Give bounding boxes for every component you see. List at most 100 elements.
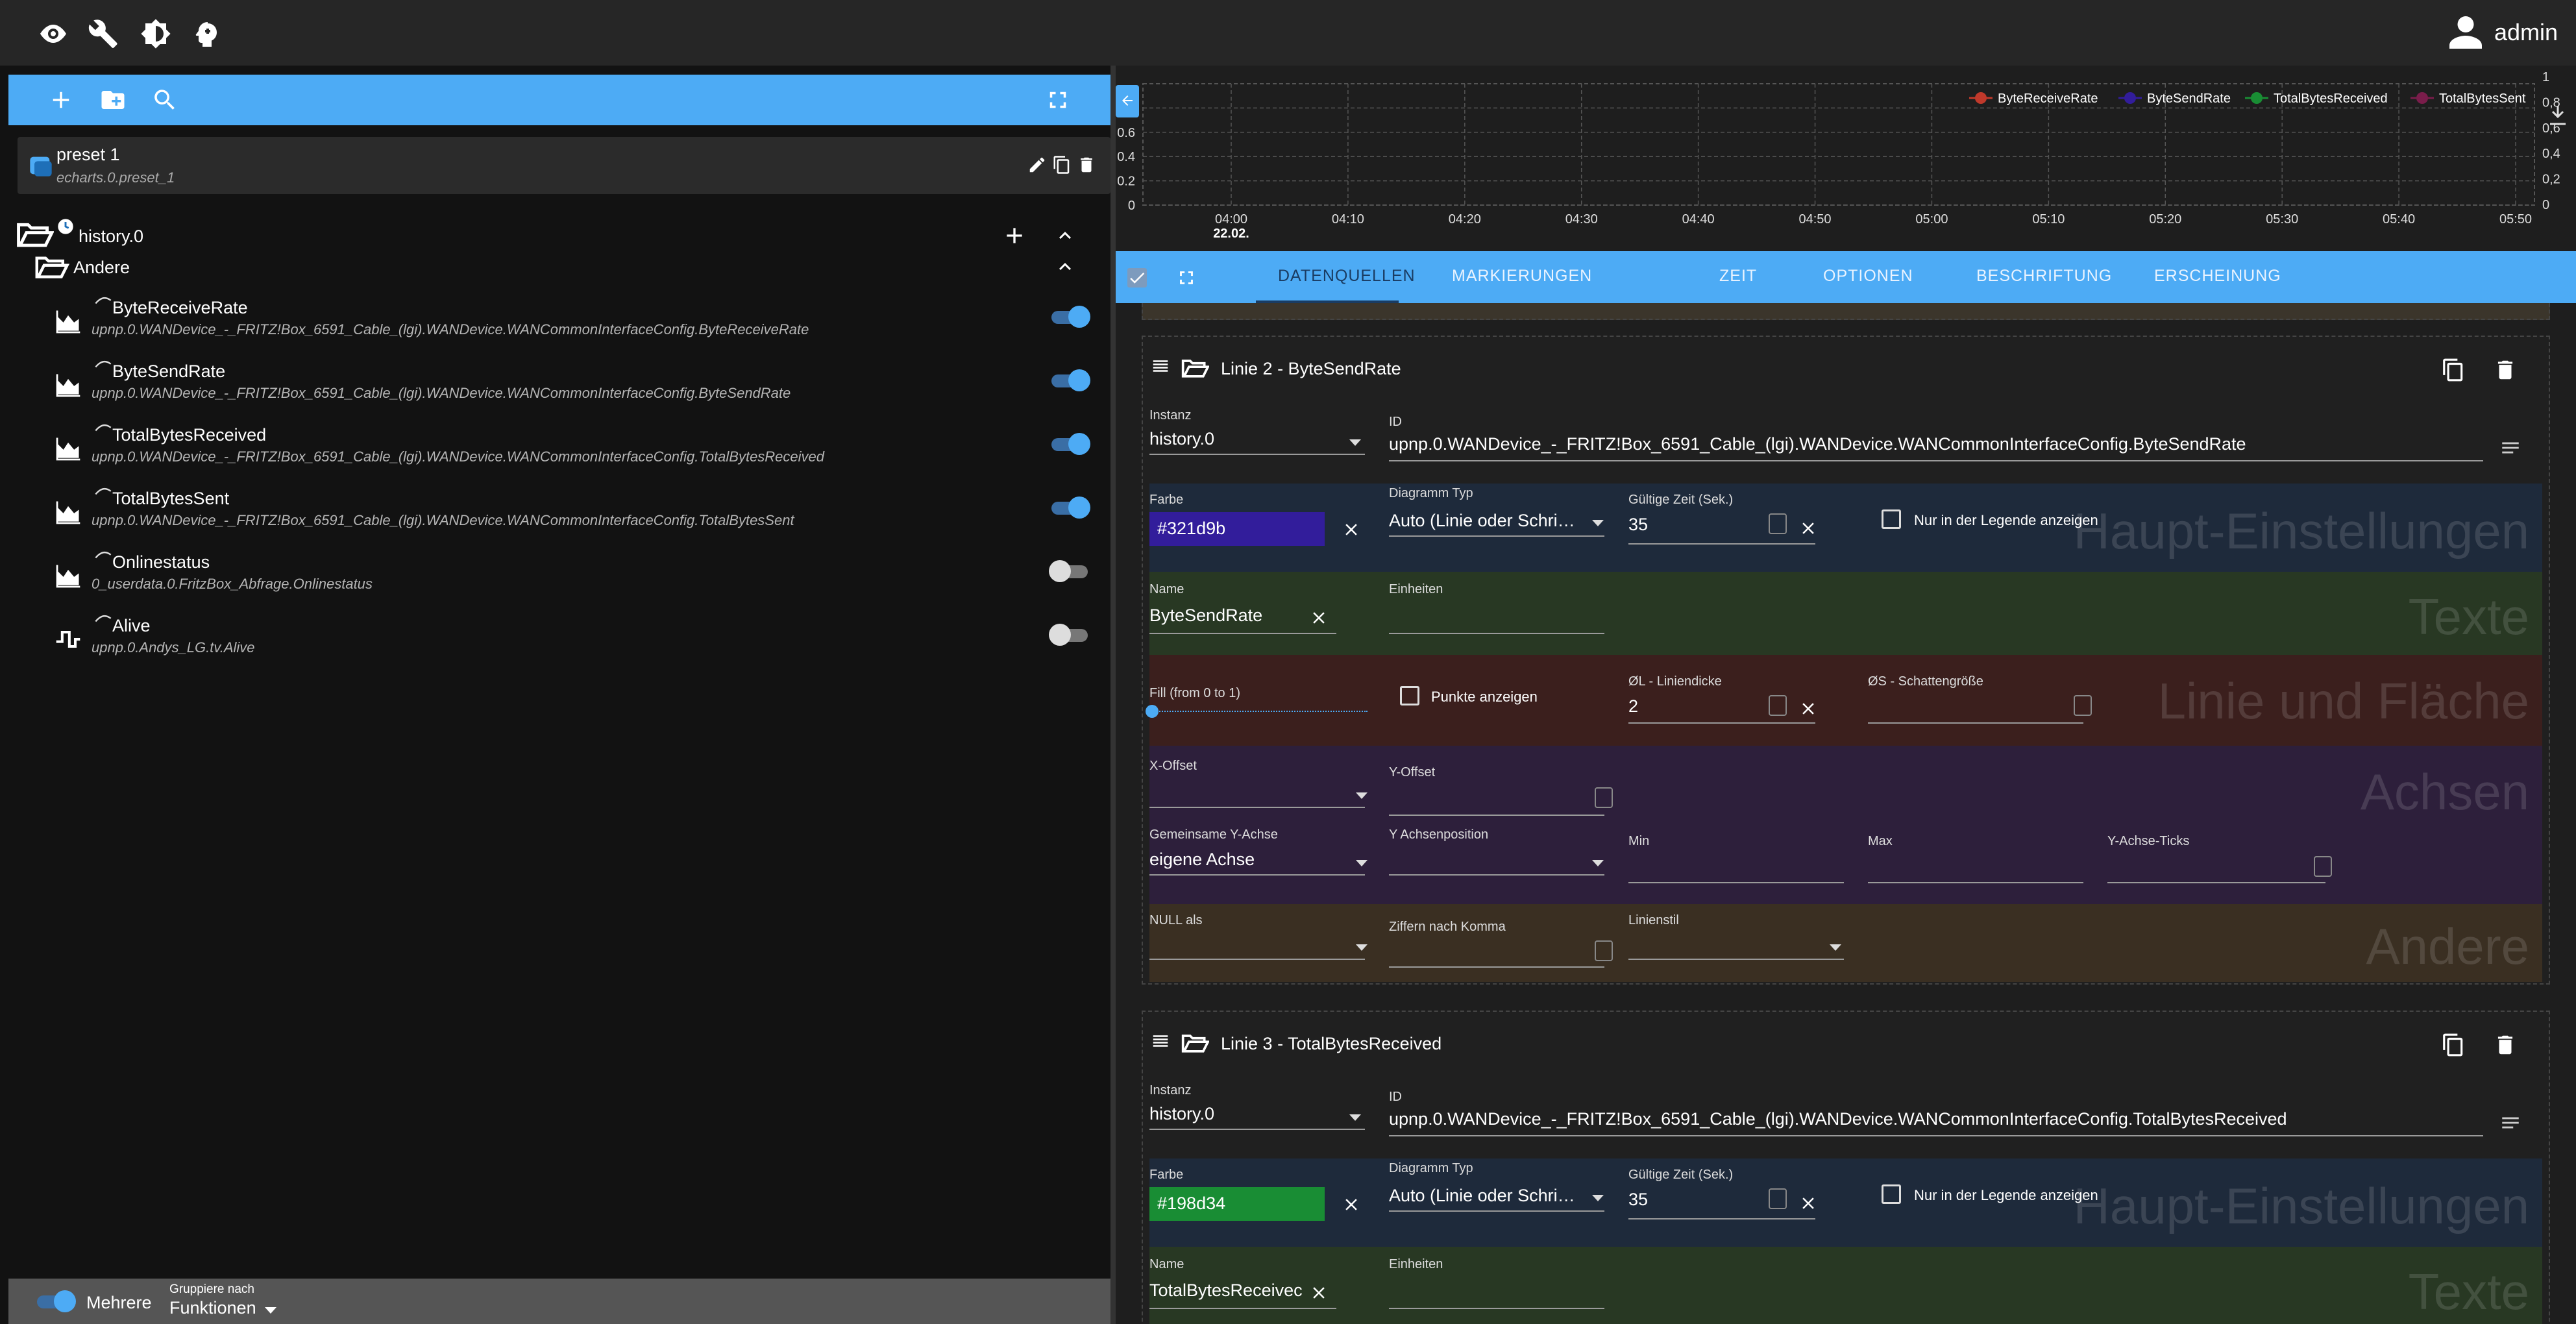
history-toggle[interactable] <box>1049 560 1090 582</box>
legend-only-checkbox[interactable] <box>1882 1184 1901 1204</box>
add-icon[interactable] <box>1001 223 1027 249</box>
list-select-icon[interactable] <box>2499 437 2521 459</box>
tab-zeit[interactable]: ZEIT <box>1719 267 1757 286</box>
chart-type-select[interactable]: Auto (Linie oder Schri… <box>1389 511 1584 531</box>
preset-item[interactable]: preset 1 echarts.0.preset_1 <box>18 137 1110 194</box>
show-points-checkbox[interactable] <box>1400 686 1419 705</box>
chevron-up-icon[interactable] <box>1053 255 1077 278</box>
instance-select[interactable]: history.0 <box>1149 429 1344 449</box>
tab-optionen[interactable]: OPTIONEN <box>1823 267 1913 286</box>
y-ticks-stepper[interactable] <box>2314 856 2332 877</box>
color-input[interactable]: #198d34 <box>1149 1187 1325 1221</box>
eye-icon[interactable] <box>38 18 69 49</box>
history-toggle[interactable] <box>1049 496 1090 519</box>
line-style-dropdown-icon[interactable] <box>1830 944 1841 951</box>
x-offset-underline <box>1149 807 1365 808</box>
folder-open-icon <box>17 223 54 247</box>
add-icon[interactable] <box>47 86 75 114</box>
fill-slider-thumb[interactable] <box>1146 705 1159 718</box>
clear-name-icon[interactable] <box>1309 1283 1329 1303</box>
list-select-icon[interactable] <box>2499 1112 2521 1134</box>
drag-handle-icon[interactable] <box>1151 1031 1170 1051</box>
clear-valid-time-icon[interactable] <box>1798 1194 1818 1213</box>
tree-item[interactable]: ByteSendRate upnp.0.WANDevice_-_FRITZ!Box… <box>8 360 1110 420</box>
add-folder-icon[interactable] <box>99 86 127 114</box>
tree-item[interactable]: TotalBytesReceived upnp.0.WANDevice_-_FRI… <box>8 424 1110 484</box>
legend-only-label: Nur in der Legende anzeigen <box>1914 1187 2098 1203</box>
shadow-stepper[interactable] <box>2074 695 2092 716</box>
wrench-icon[interactable] <box>88 18 119 49</box>
user-menu[interactable]: admin <box>2446 13 2558 52</box>
null-as-label: NULL als <box>1149 913 1203 927</box>
valid-time-stepper[interactable] <box>1769 1188 1787 1209</box>
fullscreen-icon[interactable] <box>1175 267 1197 289</box>
instance-dropdown-icon[interactable] <box>1349 439 1361 446</box>
brightness-icon[interactable] <box>140 18 171 49</box>
group-by-select[interactable]: Funktionen <box>169 1298 256 1318</box>
clear-valid-time-icon[interactable] <box>1798 519 1818 538</box>
history-toggle[interactable] <box>1049 433 1090 455</box>
valid-time-input[interactable]: 35 <box>1628 515 1648 535</box>
edit-icon[interactable] <box>1027 155 1047 175</box>
decimals-stepper[interactable] <box>1595 940 1613 961</box>
x-offset-dropdown-icon[interactable] <box>1356 792 1368 799</box>
section-texts-watermark: Texte <box>2408 1263 2529 1320</box>
common-y-select[interactable]: eigene Achse <box>1149 850 1255 870</box>
tree-group-label: Andere <box>73 258 130 277</box>
y-offset-stepper[interactable] <box>1595 787 1613 808</box>
section-other-watermark: Andere <box>2366 918 2529 975</box>
history-toggle[interactable] <box>1049 624 1090 646</box>
color-input[interactable]: #321d9b <box>1149 512 1325 546</box>
valid-time-input[interactable]: 35 <box>1628 1190 1648 1210</box>
name-input[interactable]: ByteSendRate <box>1149 606 1305 626</box>
tab-markierungen[interactable]: MARKIERUNGEN <box>1452 267 1592 286</box>
legend-only-checkbox[interactable] <box>1882 509 1901 529</box>
clear-color-icon[interactable] <box>1342 520 1361 539</box>
chart-type-dropdown-icon[interactable] <box>1592 520 1604 526</box>
select-all-checkbox[interactable] <box>1127 268 1147 288</box>
null-as-dropdown-icon[interactable] <box>1356 944 1368 951</box>
instance-select[interactable]: history.0 <box>1149 1104 1344 1124</box>
head-icon[interactable] <box>191 18 222 49</box>
delete-icon[interactable] <box>1077 155 1096 175</box>
chevron-up-icon[interactable] <box>1053 224 1077 247</box>
tab-datenquellen[interactable]: DATENQUELLEN <box>1278 267 1416 286</box>
instance-dropdown-icon[interactable] <box>1349 1114 1361 1121</box>
chart-type-dropdown-icon[interactable] <box>1592 1195 1604 1201</box>
drag-handle-icon[interactable] <box>1151 356 1170 376</box>
id-input[interactable]: upnp.0.WANDevice_-_FRITZ!Box_6591_Cable_… <box>1389 434 2479 454</box>
folder-open-icon[interactable] <box>1181 356 1209 380</box>
delete-icon[interactable] <box>2493 358 2518 382</box>
line-width-input[interactable]: 2 <box>1628 696 1638 717</box>
copy-icon[interactable] <box>2441 1033 2466 1057</box>
y-axis-pos-dropdown-icon[interactable] <box>1592 860 1604 866</box>
tab-erscheinung[interactable]: ERSCHEINUNG <box>2154 267 2281 286</box>
tree-item[interactable]: Alive upnp.0.Andys_LG.tv.Alive <box>8 615 1110 674</box>
chart-type-select[interactable]: Auto (Linie oder Schri… <box>1389 1186 1584 1206</box>
history-toggle[interactable] <box>1049 306 1090 328</box>
tree-item[interactable]: ByteReceiveRate upnp.0.WANDevice_-_FRITZ!… <box>8 297 1110 356</box>
fullscreen-icon[interactable] <box>1044 86 1072 114</box>
multi-select-toggle[interactable] <box>34 1290 76 1312</box>
tree-item[interactable]: Onlinestatus 0_userdata.0.FritzBox_Abfrag… <box>8 551 1110 611</box>
valid-time-stepper[interactable] <box>1769 513 1787 534</box>
history-enabled-icon <box>95 424 112 432</box>
copy-icon[interactable] <box>1052 155 1072 175</box>
folder-open-icon[interactable] <box>1181 1031 1209 1055</box>
name-input[interactable]: TotalBytesReceivec <box>1149 1281 1305 1301</box>
tree-item[interactable]: TotalBytesSent upnp.0.WANDevice_-_FRITZ!B… <box>8 487 1110 547</box>
common-y-dropdown-icon[interactable] <box>1356 860 1368 866</box>
clear-line-width-icon[interactable] <box>1798 699 1818 718</box>
clear-color-icon[interactable] <box>1342 1195 1361 1214</box>
copy-icon[interactable] <box>2441 358 2466 382</box>
fill-slider-track[interactable] <box>1149 711 1368 712</box>
panel-splitter[interactable] <box>1110 66 1116 1324</box>
delete-icon[interactable] <box>2493 1033 2518 1057</box>
id-input[interactable]: upnp.0.WANDevice_-_FRITZ!Box_6591_Cable_… <box>1389 1109 2479 1129</box>
history-toggle[interactable] <box>1049 369 1090 391</box>
search-icon[interactable] <box>151 86 178 114</box>
tab-beschriftung[interactable]: BESCHRIFTUNG <box>1976 267 2112 286</box>
line-width-stepper[interactable] <box>1769 695 1787 716</box>
group-by-arrow-icon[interactable] <box>265 1307 276 1314</box>
clear-name-icon[interactable] <box>1309 608 1329 628</box>
